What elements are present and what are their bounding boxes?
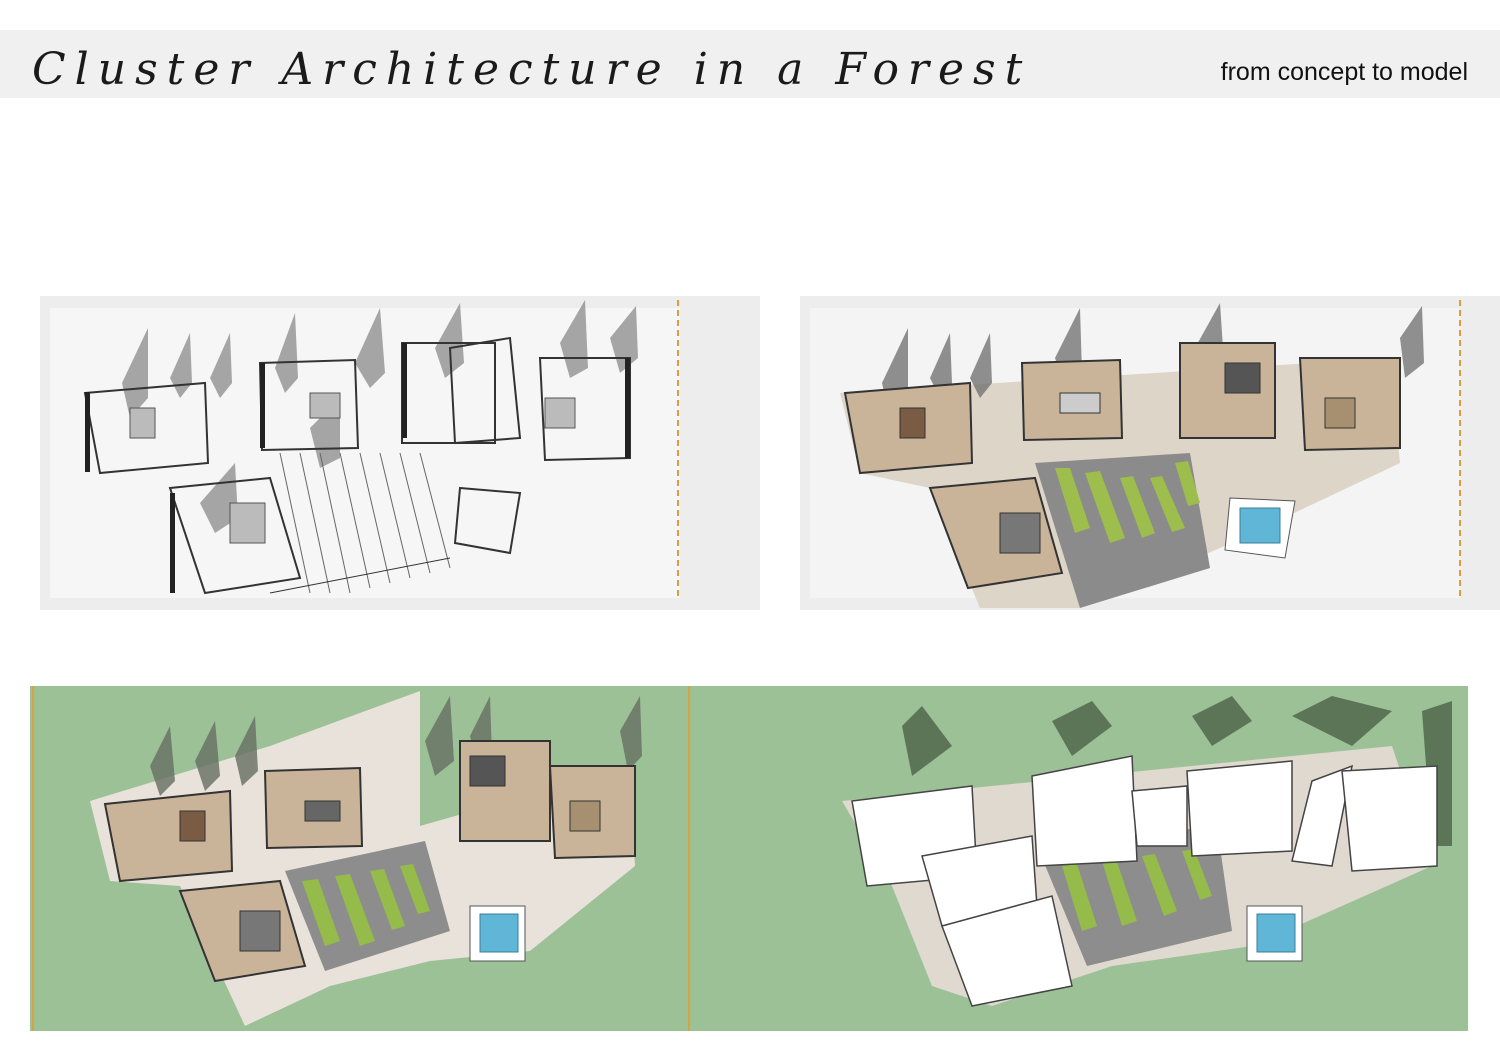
massing-model-image xyxy=(692,686,1468,1031)
pool xyxy=(1224,497,1296,559)
colored-plan-drawing xyxy=(800,296,1500,610)
massing-model-drawing xyxy=(692,686,1468,1031)
page-subtitle: from concept to model xyxy=(1220,58,1468,86)
floor-plan-on-grass-image xyxy=(30,686,692,1031)
sketch-floor-plan-image xyxy=(40,288,760,618)
sketch-plan-drawing xyxy=(40,296,760,610)
colored-floor-plan-image xyxy=(800,288,1500,618)
pool xyxy=(1246,905,1303,962)
grass-plan-drawing xyxy=(30,686,692,1031)
pool xyxy=(469,905,526,962)
page-title: Cluster Architecture in a Forest xyxy=(32,44,1032,95)
